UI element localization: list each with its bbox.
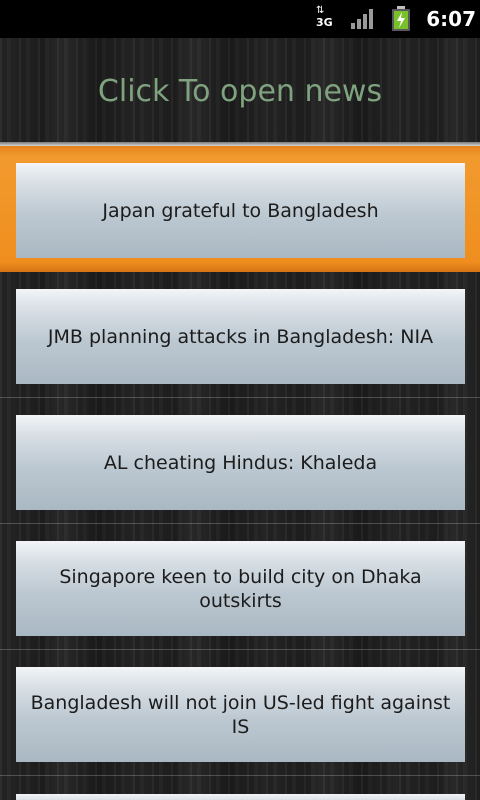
- news-item-title[interactable]: JMB planning attacks in Bangladesh: NIA: [16, 289, 465, 384]
- battery-charging-icon: [392, 6, 410, 31]
- news-item-title[interactable]: Singapore keen to build city on Dhaka ou…: [16, 541, 465, 636]
- app-screen: ⇅ 3G 6:07 Click To open news Japan grate…: [0, 0, 480, 800]
- news-list-item[interactable]: Singapore keen to build city on Dhaka ou…: [0, 524, 480, 650]
- header: Click To open news: [0, 38, 480, 142]
- news-item-title[interactable]: Japan grateful to Bangladesh: [16, 163, 465, 258]
- row-divider: [0, 775, 480, 776]
- network-type-label: 3G: [316, 16, 333, 29]
- news-list-item[interactable]: Bangladesh will not join US-led fight ag…: [0, 650, 480, 776]
- next-card-edge: [16, 794, 465, 800]
- news-item-title[interactable]: Bangladesh will not join US-led fight ag…: [16, 667, 465, 762]
- signal-bars-icon: [351, 9, 373, 29]
- news-list-item[interactable]: JMB planning attacks in Bangladesh: NIA: [0, 272, 480, 398]
- status-time: 6:07: [426, 7, 476, 31]
- status-bar: ⇅ 3G 6:07: [0, 0, 480, 38]
- news-item-title[interactable]: AL cheating Hindus: Khaleda: [16, 415, 465, 510]
- news-list-item[interactable]: Japan grateful to Bangladesh: [0, 146, 480, 272]
- page-title: Click To open news: [97, 74, 383, 109]
- next-item-peek: [0, 780, 480, 800]
- data-arrows-icon: ⇅ 3G: [316, 5, 333, 29]
- news-list-item[interactable]: AL cheating Hindus: Khaleda: [0, 398, 480, 524]
- news-list: Japan grateful to Bangladesh JMB plannin…: [0, 146, 480, 800]
